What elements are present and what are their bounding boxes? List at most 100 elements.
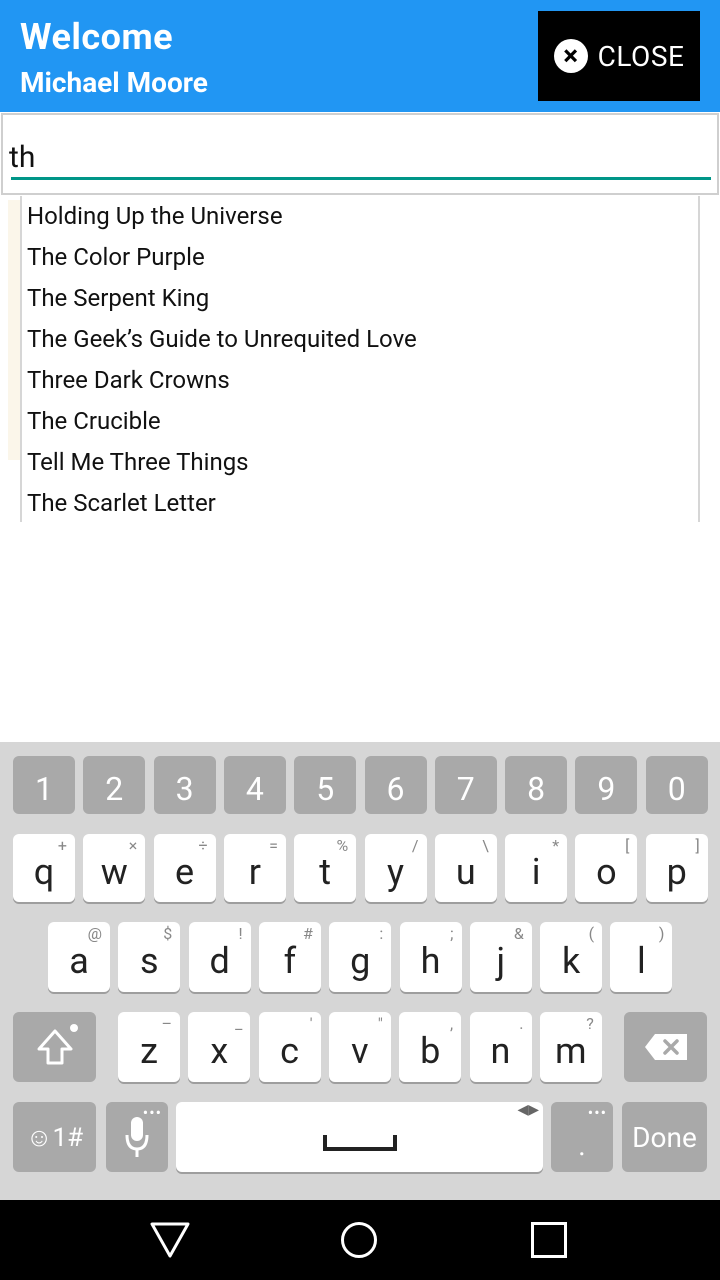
key-j[interactable]: & j [469,922,532,992]
key-8[interactable]: 8 [505,756,568,814]
period-key[interactable]: . ••• [551,1102,613,1172]
key-label: a [69,940,89,982]
key-c[interactable]: ' c [258,1012,321,1082]
symbols-label: ☺1# [25,1122,84,1153]
key-p[interactable]: ] p [645,834,708,902]
key-label: l [637,940,646,982]
key-label: 3 [175,770,194,808]
search-input[interactable] [9,133,709,181]
key-l[interactable]: ) l [610,922,673,992]
key-f[interactable]: # f [258,922,321,992]
key-hint: ? [586,1014,594,1033]
key-label: e [175,851,195,893]
key-y[interactable]: / y [364,834,427,902]
back-icon[interactable] [150,1220,190,1260]
home-icon[interactable] [341,1222,377,1258]
system-nav-bar [0,1200,720,1280]
key-hint: : [379,924,384,943]
key-2[interactable]: 2 [83,756,146,814]
key-w[interactable]: × w [83,834,146,902]
key-label: v [351,1030,369,1072]
suggestion-list: Holding Up the Universe The Color Purple… [20,196,700,522]
key-7[interactable]: 7 [434,756,497,814]
soft-keyboard: 1 2 3 4 5 6 7 8 9 0 + q × w ÷ e = r% t / y \ u * i[o] p @ a $ s! d # f: g… [0,742,720,1200]
done-label: Done [632,1120,697,1154]
key-z[interactable]: – z [118,1012,180,1082]
suggestion-item[interactable]: The Crucible [22,401,698,442]
key-i[interactable]: * i [505,834,568,902]
recent-apps-icon[interactable] [531,1222,567,1258]
key-q[interactable]: + q [13,834,75,902]
key-5[interactable]: 5 [294,756,357,814]
key-hint: % [336,836,349,855]
space-key[interactable]: ◀▶ [176,1102,543,1172]
key-hint: × [128,836,138,855]
key-label: 8 [527,770,546,808]
key-v[interactable]: " v [328,1012,391,1082]
key-k[interactable]: (k [540,922,603,992]
suggestion-item[interactable]: Three Dark Crowns [22,360,698,401]
key-label: 4 [245,770,264,808]
key-d[interactable]: ! d [188,922,251,992]
close-button[interactable]: × CLOSE [538,11,700,101]
close-label: CLOSE [597,39,685,73]
key-hint: * [552,836,560,855]
key-r[interactable]: = r [223,834,286,902]
key-label: c [280,1030,300,1072]
key-label: 6 [386,770,405,808]
key-label: p [666,851,687,893]
backspace-key[interactable] [624,1012,707,1082]
shift-key[interactable] [13,1012,96,1082]
key-g[interactable]: :g [329,922,392,992]
key-hint: . [519,1014,524,1033]
shift-icon [37,1029,72,1065]
key-a[interactable]: @ a [48,922,110,992]
key-hint: / [411,836,419,855]
key-o[interactable]: [o [575,834,638,902]
key-0[interactable]: 0 [645,756,708,814]
symbols-key[interactable]: ☺1# [13,1102,96,1172]
key-hint: @ [87,924,102,943]
key-hint: [ [625,836,630,855]
key-label: u [455,851,476,893]
key-label: o [596,851,617,893]
key-u[interactable]: \ u [434,834,497,902]
suggestion-item[interactable]: Holding Up the Universe [22,196,698,237]
key-4[interactable]: 4 [223,756,286,814]
key-hint: ) [658,924,665,943]
suggestion-item[interactable]: The Serpent King [22,278,698,319]
key-label: i [531,851,541,893]
key-hint: ! [238,924,243,943]
suggestion-item[interactable]: The Geek’s Guide to Unrequited Love [22,319,698,360]
key-e[interactable]: ÷ e [153,834,216,902]
key-label: g [350,940,371,982]
key-label: h [420,940,441,982]
suggestion-item[interactable]: The Scarlet Letter [22,483,698,524]
key-label: 1 [35,770,53,808]
key-t[interactable]: % t [294,834,357,902]
key-m[interactable]: ? m [539,1012,602,1082]
more-dots-icon: ••• [142,1103,162,1122]
key-n[interactable]: .n [469,1012,532,1082]
key-h[interactable]: ; h [399,922,462,992]
key-9[interactable]: 9 [575,756,638,814]
voice-input-key[interactable]: ••• [106,1102,168,1172]
key-label: s [140,940,159,982]
key-label: 5 [316,770,335,808]
key-b[interactable]: ,b [399,1012,462,1082]
key-3[interactable]: 3 [153,756,216,814]
suggestion-item[interactable]: The Color Purple [22,237,698,278]
key-s[interactable]: $ s [118,922,181,992]
key-label: m [555,1030,587,1072]
key-1[interactable]: 1 [13,756,75,814]
key-6[interactable]: 6 [364,756,427,814]
period-label: . [578,1128,586,1162]
key-hint: – [161,1014,173,1033]
key-label: z [140,1030,158,1072]
done-key[interactable]: Done [622,1102,707,1172]
key-hint: ÷ [198,836,208,855]
more-dots-icon: ••• [587,1103,607,1122]
suggestion-item[interactable]: Tell Me Three Things [22,442,698,483]
key-x[interactable]: _ x [188,1012,251,1082]
key-label: 2 [105,770,124,808]
